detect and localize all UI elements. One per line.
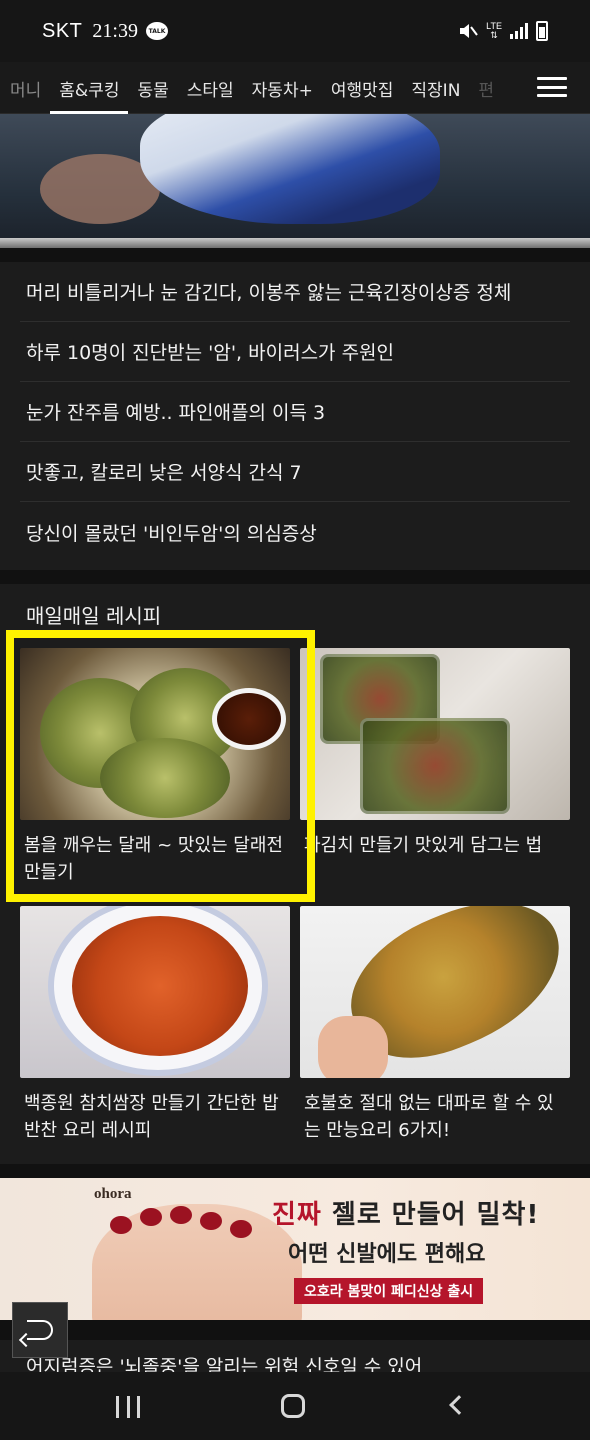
ad-headline: 진짜 젤로 만들어 밀착!: [272, 1194, 539, 1231]
next-headline-text: 어지럼증은 '뇌졸중'을 알리는 위험 신호일 수 있어: [26, 1356, 423, 1372]
headline-item[interactable]: 맛좋고, 칼로리 낮은 서양식 간식 7: [20, 442, 570, 502]
battery-charging-icon: [536, 21, 548, 41]
signal-icon: [510, 23, 528, 39]
carrier-label: SKT: [42, 19, 83, 42]
tab-style[interactable]: 스타일: [178, 62, 243, 114]
recipe-caption: 호불호 절대 없는 대파로 할 수 있는 만능요리 6가지!: [304, 1093, 554, 1141]
tab-cars[interactable]: 자동차+: [243, 62, 322, 114]
clock: 21:39: [92, 19, 138, 42]
mute-icon: [460, 24, 478, 38]
recipe-thumbnail: [300, 906, 570, 1078]
headline-item[interactable]: 눈가 잔주름 예방.. 파인애플의 이득 3: [20, 382, 570, 442]
ad-tag: 오호라 봄맞이 페디신상 출시: [294, 1278, 484, 1304]
recipe-caption: 백종원 참치쌈장 만들기 간단한 밥반찬 요리 레시피: [24, 1093, 279, 1141]
back-button[interactable]: [12, 1302, 68, 1358]
headline-list: 머리 비틀리거나 눈 감긴다, 이봉주 앓는 근육긴장이상증 정체 하루 10명…: [0, 262, 590, 570]
recipe-card-pa-kimchi[interactable]: 파김치 만들기 맛있게 담그는 법: [300, 648, 570, 859]
kakaotalk-icon: TALK: [145, 22, 168, 40]
tab-home-cooking[interactable]: 홈&쿠킹: [50, 62, 129, 114]
tab-travel-food[interactable]: 여행맛집: [322, 62, 403, 114]
hero-image-jacket: [140, 114, 440, 224]
status-bar: SKT 21:39 TALK LTE ⇅: [0, 0, 590, 62]
recipe-thumbnail: [20, 906, 290, 1078]
tab-animals[interactable]: 동물: [128, 62, 177, 114]
headline-item[interactable]: 머리 비틀리거나 눈 감긴다, 이봉주 앓는 근육긴장이상증 정체: [20, 262, 570, 322]
ad-banner[interactable]: ohora 진짜 젤로 만들어 밀착! 어떤 신발에도 편해요 오호라 봄맞이 …: [0, 1178, 590, 1320]
hamburger-menu-icon[interactable]: [537, 74, 567, 100]
recipe-thumbnail: [300, 648, 570, 820]
headline-item[interactable]: 하루 10명이 진단받는 '암', 바이러스가 주원인: [20, 322, 570, 382]
ad-subheadline: 어떤 신발에도 편해요: [288, 1242, 486, 1267]
back-icon[interactable]: [449, 1395, 469, 1415]
data-arrows-icon: ⇅: [490, 30, 498, 40]
hero-image-rail: [0, 238, 590, 248]
category-nav: 머니 홈&쿠킹 동물 스타일 자동차+ 여행맛집 직장IN 편: [0, 62, 590, 114]
tab-money[interactable]: 머니: [0, 62, 50, 114]
highlight-box: [6, 630, 315, 902]
network-indicator: LTE ⇅: [486, 22, 502, 40]
tab-work[interactable]: 직장IN: [402, 62, 469, 114]
recipe-card-chamchi-ssamjang[interactable]: 백종원 참치쌈장 만들기 간단한 밥반찬 요리 레시피: [20, 906, 290, 1144]
recipe-section-title: 매일매일 레시피: [26, 604, 162, 628]
system-navigation-bar: [0, 1372, 590, 1440]
headline-item[interactable]: 당신이 몰랐던 '비인두암'의 의심증상: [20, 502, 570, 562]
ad-headline-rest: 젤로 만들어 밀착!: [321, 1200, 540, 1230]
home-icon[interactable]: [281, 1394, 305, 1418]
next-headline[interactable]: 어지럼증은 '뇌졸중'을 알리는 위험 신호일 수 있어: [0, 1340, 590, 1372]
ad-headline-accent: 진짜: [272, 1200, 322, 1230]
recents-icon[interactable]: [116, 1396, 140, 1418]
category-tabs: 머니 홈&쿠킹 동물 스타일 자동차+ 여행맛집 직장IN 편: [0, 62, 520, 114]
tab-more[interactable]: 편: [469, 62, 503, 114]
undo-arrow-icon: [27, 1320, 53, 1340]
recipe-card-daepa[interactable]: 호불호 절대 없는 대파로 할 수 있는 만능요리 6가지!: [300, 906, 570, 1144]
recipe-caption: 파김치 만들기 맛있게 담그는 법: [304, 835, 543, 856]
hero-image[interactable]: [0, 114, 590, 248]
ad-brand: ohora: [94, 1186, 132, 1202]
